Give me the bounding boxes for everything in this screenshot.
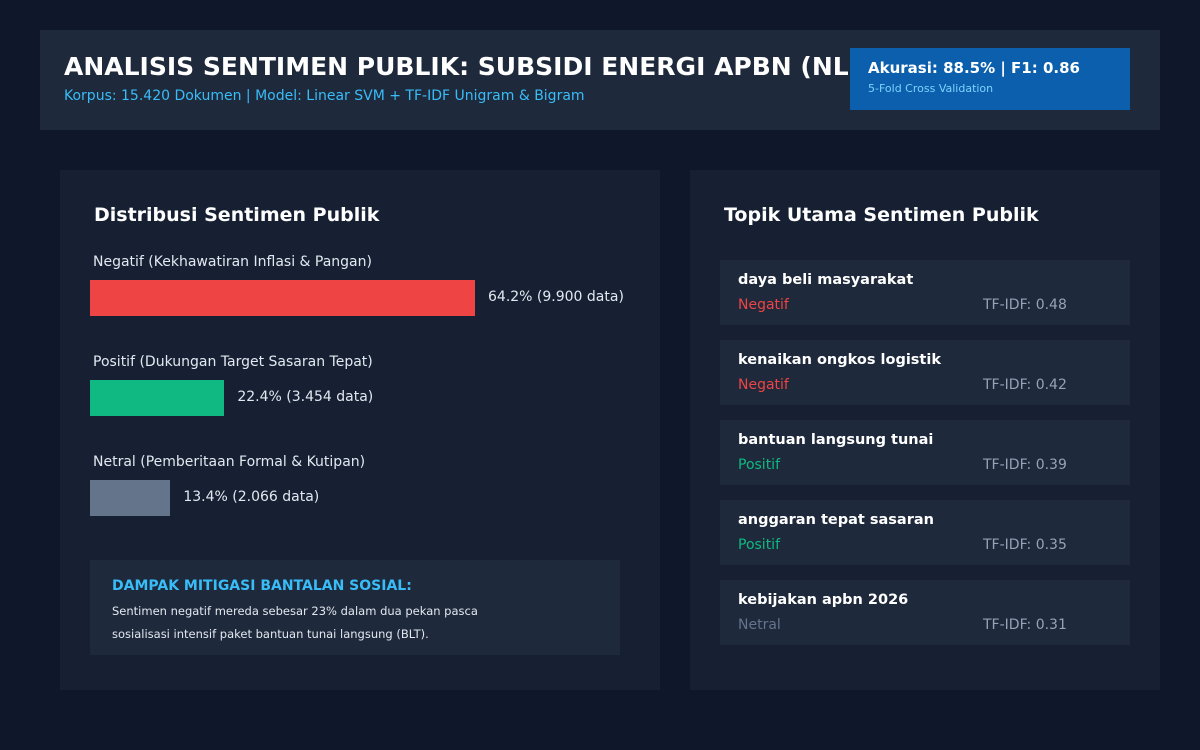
topics-title: Topik Utama Sentimen Publik [724,204,1039,226]
topic-tfidf-score: TF-IDF: 0.31 [983,617,1067,633]
page-title: ANALISIS SENTIMEN PUBLIK: SUBSIDI ENERGI… [64,52,879,81]
sentiment-distribution-panel: Distribusi Sentimen Publik Negatif (Kekh… [60,170,660,690]
chart-title: Distribusi Sentimen Publik [94,204,380,226]
bar-value-label: 22.4% (3.454 data) [237,389,374,405]
topic-card: kenaikan ongkos logistik Negatif TF-IDF: 0… [720,340,1130,405]
bar-category-label: Netral (Pemberitaan Formal & Kutipan) [93,454,366,470]
dashboard-page: ANALISIS SENTIMEN PUBLIK: SUBSIDI ENERGI… [0,0,1200,750]
topic-tfidf-score: TF-IDF: 0.48 [983,297,1067,313]
topic-tfidf-score: TF-IDF: 0.35 [983,537,1067,553]
topics-panel: Topik Utama Sentimen Publik daya beli ma… [690,170,1160,690]
bar [90,480,171,516]
bar-category-label: Positif (Dukungan Target Sasaran Tepat) [93,354,373,370]
topic-tfidf-score: TF-IDF: 0.42 [983,377,1067,393]
note-title: DAMPAK MITIGASI BANTALAN SOSIAL: [112,578,412,594]
topic-sentiment: Negatif [738,297,789,313]
topic-card: anggaran tepat sasaran Positif TF-IDF: 0.3… [720,500,1130,565]
header-banner: ANALISIS SENTIMEN PUBLIK: SUBSIDI ENERGI… [40,30,1160,130]
bar-value-label: 13.4% (2.066 data) [183,489,320,505]
topic-name: bantuan langsung tunai [738,432,934,448]
topic-name: daya beli masyarakat [738,272,914,288]
topic-sentiment: Netral [738,617,781,633]
metric-validation-note: 5-Fold Cross Validation [868,82,994,95]
topic-name: kenaikan ongkos logistik [738,352,941,368]
bar [90,380,225,416]
metric-accuracy-f1: Akurasi: 88.5% | F1: 0.86 [868,59,1080,77]
topic-card: bantuan langsung tunai Positif TF-IDF: 0.3… [720,420,1130,485]
topic-sentiment: Negatif [738,377,789,393]
note-text: Sentimen negatif mereda sebesar 23% dala… [112,604,478,641]
topic-sentiment: Positif [738,537,780,553]
topic-name: anggaran tepat sasaran [738,512,934,528]
topic-name: kebijakan apbn 2026 [738,592,909,608]
page-subtitle: Korpus: 15.420 Dokumen | Model: Linear S… [64,88,585,104]
bar-category-label: Negatif (Kekhawatiran Inflasi & Pangan) [93,254,372,270]
topic-sentiment: Positif [738,457,780,473]
topic-card: daya beli masyarakat Negatif TF-IDF: 0.48 [720,260,1130,325]
topic-card: kebijakan apbn 2026 Netral TF-IDF: 0.31 [720,580,1130,645]
bar-value-label: 64.2% (9.900 data) [488,289,624,305]
bar [90,280,475,316]
mitigation-note-box: DAMPAK MITIGASI BANTALAN SOSIAL: Sentime… [90,560,620,655]
model-metric-badge: Akurasi: 88.5% | F1: 0.86 5-Fold Cross V… [850,48,1130,110]
topic-tfidf-score: TF-IDF: 0.39 [983,457,1067,473]
